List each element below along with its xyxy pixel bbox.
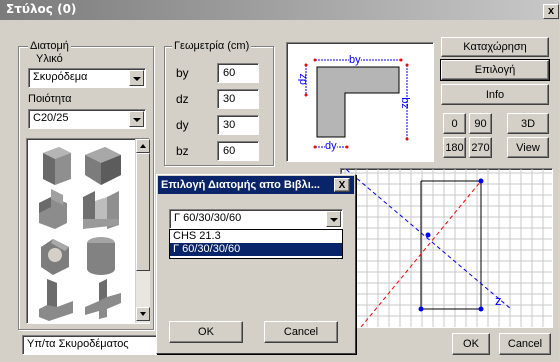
select-button[interactable]: Επιλογή xyxy=(440,59,550,81)
by-input[interactable]: 60 xyxy=(217,63,259,83)
column-block-icon[interactable] xyxy=(43,147,71,185)
cancel-button[interactable]: Cancel xyxy=(499,333,551,355)
round-section-icon[interactable] xyxy=(87,237,115,275)
by-label: by xyxy=(176,66,189,80)
geometry-group-label: Γεωμετρία (cm) xyxy=(172,40,252,52)
dialog-title: Επιλογή Διατομής απο Βιβλι... xyxy=(161,179,320,191)
by-dimension: by xyxy=(349,54,361,66)
chevron-down-icon[interactable] xyxy=(326,211,341,227)
dz-input[interactable]: 30 xyxy=(217,89,259,109)
dz-dimension: dz xyxy=(296,73,309,85)
chevron-down-icon[interactable] xyxy=(129,111,144,127)
dialog-select-value: Γ 60/30/30/60 xyxy=(174,212,242,224)
bz-label: bz xyxy=(176,144,189,158)
quality-select[interactable]: C20/25 xyxy=(28,109,146,129)
T-section-icon[interactable] xyxy=(39,189,67,229)
rotate-270-button[interactable]: 270 xyxy=(469,137,492,158)
section-preview: by dz bz dy xyxy=(286,42,434,162)
library-select[interactable]: Υπ/τα Σκυροδέματος xyxy=(22,335,158,355)
info-button[interactable]: Info xyxy=(441,84,549,105)
arrow-up-icon xyxy=(140,144,146,148)
rotate-90-button[interactable]: 90 xyxy=(469,113,492,134)
dialog-dropdown-list[interactable]: CHS 21.3 Γ 60/30/30/60 xyxy=(169,229,343,259)
dialog-cancel-button[interactable]: Cancel xyxy=(264,321,338,343)
grid-drawing xyxy=(341,169,552,327)
close-button[interactable]: x xyxy=(543,4,559,19)
dropdown-option[interactable]: CHS 21.3 xyxy=(170,230,342,243)
ok-button[interactable]: OK xyxy=(452,333,490,355)
z-axis-label: z xyxy=(495,293,502,308)
dy-input[interactable]: 30 xyxy=(217,115,259,135)
material-select[interactable]: Σκυρόδεμα xyxy=(28,68,146,88)
title-bar xyxy=(0,0,559,20)
bz-dimension: bz xyxy=(398,97,411,109)
dz-label: dz xyxy=(176,92,189,106)
dialog-ok-button[interactable]: OK xyxy=(169,321,243,343)
dy-label: dy xyxy=(176,118,189,132)
material-select-value: Σκυρόδεμα xyxy=(33,71,88,83)
dy-dimension: dy xyxy=(325,140,337,152)
bz-input[interactable]: 60 xyxy=(217,141,259,161)
grid-canvas[interactable]: z xyxy=(340,168,553,328)
dropdown-option-selected[interactable]: Γ 60/30/30/60 xyxy=(170,243,342,256)
view-3d-button[interactable]: 3D xyxy=(507,113,549,134)
scroll-down-button[interactable] xyxy=(136,307,150,321)
cross-section-icon[interactable] xyxy=(85,279,121,319)
chevron-down-icon[interactable] xyxy=(129,70,144,86)
ring-section-icon[interactable] xyxy=(41,239,69,275)
shape-thumbnails xyxy=(39,147,121,321)
view-button[interactable]: View xyxy=(507,137,549,158)
shape-library-list[interactable] xyxy=(26,138,150,324)
arrow-down-icon xyxy=(140,312,146,316)
scroll-thumb[interactable] xyxy=(136,153,150,271)
register-button[interactable]: Καταχώρηση xyxy=(441,37,549,57)
material-label: Υλικό xyxy=(36,53,63,65)
scroll-up-button[interactable] xyxy=(136,139,150,153)
dialog-section-select[interactable]: Γ 60/30/30/60 xyxy=(169,209,343,229)
L-section-icon[interactable] xyxy=(85,147,121,185)
rotate-0-button[interactable]: 0 xyxy=(443,113,466,134)
angle-section-icon[interactable] xyxy=(39,279,73,321)
library-dialog: Επιλογή Διατομής απο Βιβλι... X Γ 60/30/… xyxy=(156,174,356,354)
quality-label: Ποιότητα xyxy=(28,93,72,105)
shape-list-scrollbar[interactable] xyxy=(135,139,150,323)
rotate-180-button[interactable]: 180 xyxy=(443,137,466,158)
section-group-label: Διατομή xyxy=(28,40,71,52)
library-select-value: Υπ/τα Σκυροδέματος xyxy=(27,338,129,350)
dialog-close-button[interactable]: X xyxy=(334,178,350,192)
quality-select-value: C20/25 xyxy=(33,112,69,124)
U-section-icon[interactable] xyxy=(83,191,119,229)
window-title: Στύλος (0) xyxy=(6,2,77,16)
